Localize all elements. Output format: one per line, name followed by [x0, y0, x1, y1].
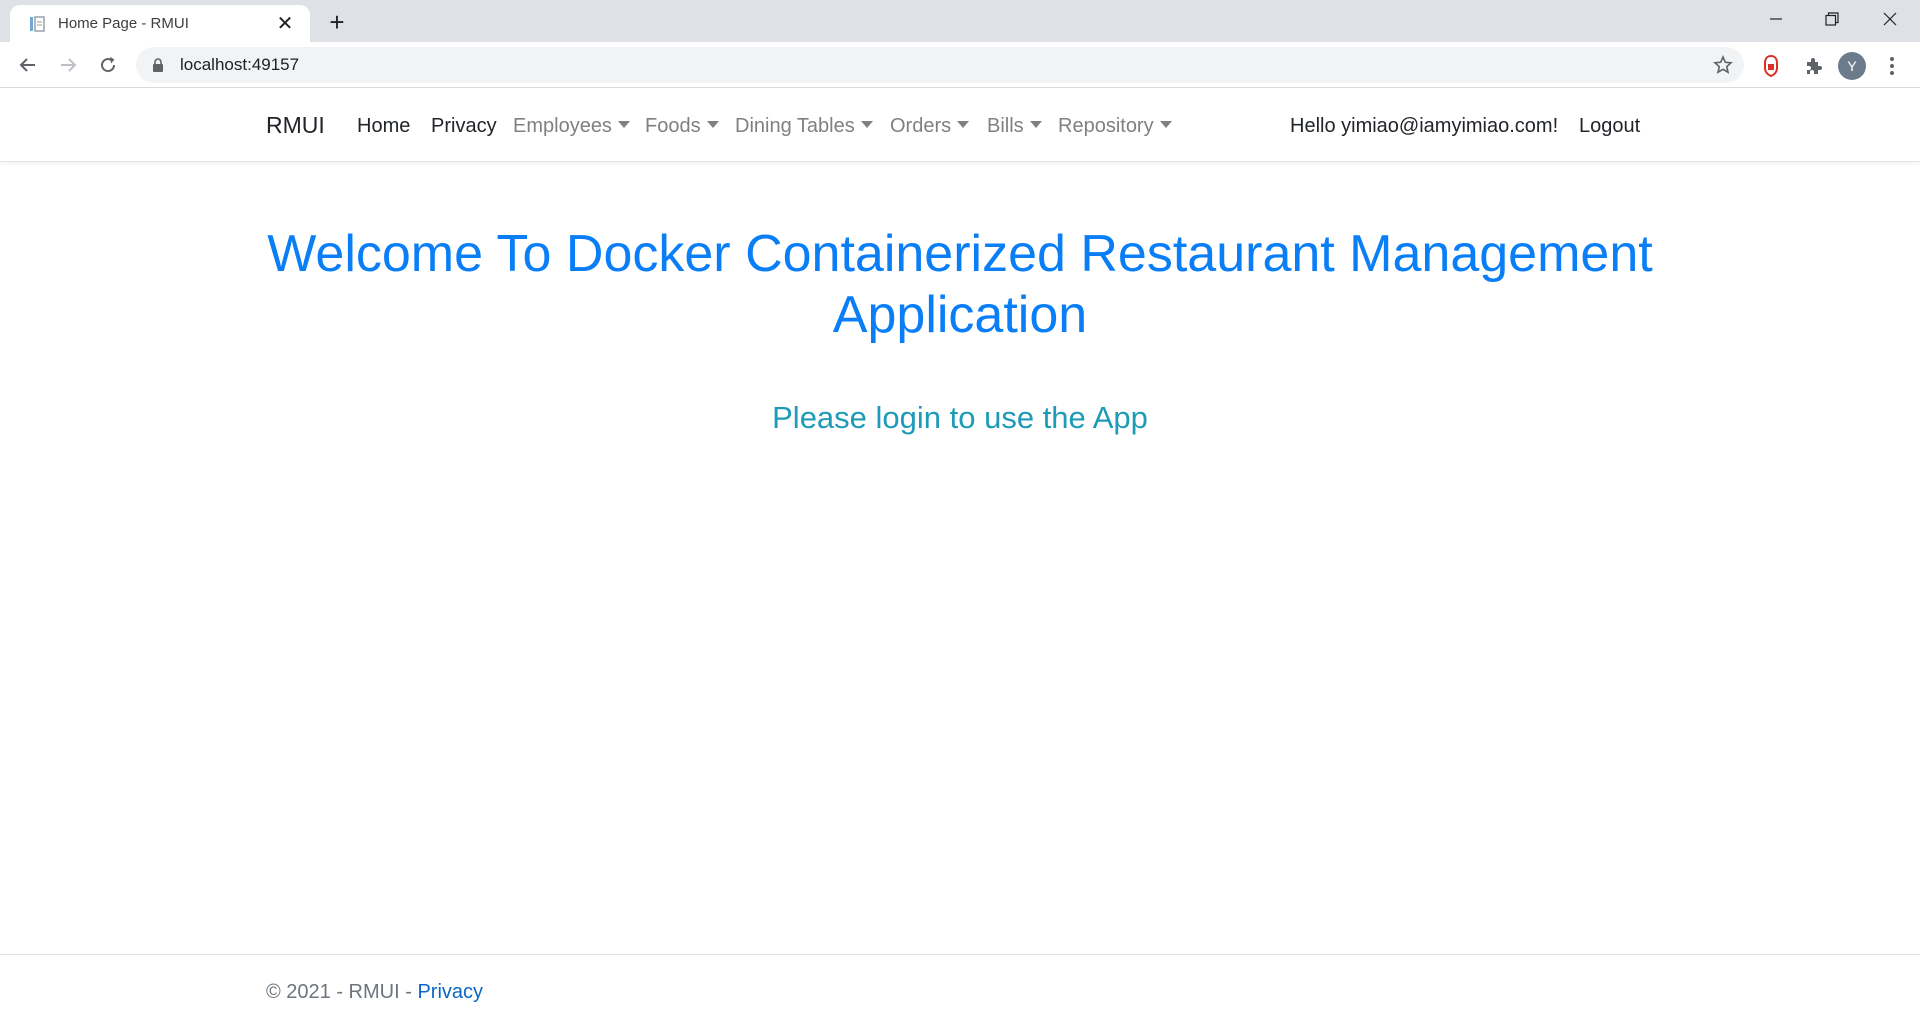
page-favicon-icon	[26, 13, 48, 35]
caret-down-icon	[957, 121, 970, 128]
caret-down-icon	[706, 121, 719, 128]
minimize-icon[interactable]	[1748, 0, 1804, 38]
welcome-heading: Welcome To Docker Containerized Restaura…	[267, 225, 1653, 344]
restore-icon[interactable]	[1804, 0, 1860, 38]
caret-down-icon	[860, 121, 873, 128]
url-text[interactable]: localhost:49157	[180, 55, 299, 75]
nav-foods-dropdown[interactable]: Foods	[645, 115, 719, 138]
reload-icon[interactable]	[92, 49, 124, 81]
extension-shield-icon[interactable]	[1758, 53, 1784, 79]
browser-tabstrip: Home Page - RMUI ✕ +	[0, 0, 1920, 42]
nav-orders-dropdown[interactable]: Orders	[890, 115, 970, 138]
footer-privacy-link[interactable]: Privacy	[417, 981, 483, 1003]
address-bar[interactable]: localhost:49157	[136, 47, 1744, 83]
nav-orders-label: Orders	[890, 115, 952, 137]
window-close-icon[interactable]	[1862, 0, 1918, 38]
tab-close-icon[interactable]: ✕	[274, 13, 296, 35]
site-footer: © 2021 - RMUI - Privacy	[0, 954, 1920, 1023]
site-navbar: RMUI Home Privacy Employees Foods Dining…	[0, 88, 1920, 162]
bookmark-star-icon[interactable]	[1712, 54, 1734, 76]
extensions-puzzle-icon[interactable]	[1800, 53, 1826, 79]
nav-dining-tables-label: Dining Tables	[735, 115, 855, 137]
footer-text: © 2021 - RMUI - Privacy	[266, 981, 483, 1004]
profile-avatar[interactable]: Y	[1838, 52, 1866, 80]
lock-icon[interactable]	[150, 57, 166, 73]
back-icon[interactable]	[12, 49, 44, 81]
nav-bills-label: Bills	[987, 115, 1024, 137]
browser-menu-icon[interactable]	[1880, 50, 1904, 82]
nav-repository-dropdown[interactable]: Repository	[1058, 115, 1172, 138]
navbar-brand[interactable]: RMUI	[266, 112, 325, 139]
logout-button[interactable]: Logout	[1579, 115, 1640, 138]
nav-repository-label: Repository	[1058, 115, 1154, 137]
nav-privacy-link[interactable]: Privacy	[431, 115, 497, 138]
page-viewport: RMUI Home Privacy Employees Foods Dining…	[0, 88, 1920, 1023]
browser-tab[interactable]: Home Page - RMUI ✕	[10, 5, 310, 42]
user-greeting: Hello yimiao@iamyimiao.com!	[1290, 115, 1559, 137]
nav-home-link[interactable]: Home	[357, 115, 410, 138]
nav-dining-tables-dropdown[interactable]: Dining Tables	[735, 115, 873, 138]
tab-title: Home Page - RMUI	[58, 15, 189, 32]
caret-down-icon	[1029, 121, 1042, 128]
nav-employees-dropdown[interactable]: Employees	[513, 115, 630, 138]
nav-employees-label: Employees	[513, 115, 612, 137]
caret-down-icon	[617, 121, 630, 128]
caret-down-icon	[1159, 121, 1172, 128]
login-prompt: Please login to use the App	[772, 400, 1148, 435]
nav-foods-label: Foods	[645, 115, 701, 137]
browser-toolbar: localhost:49157	[0, 42, 1920, 88]
footer-copyright: © 2021 - RMUI -	[266, 981, 418, 1003]
new-tab-button[interactable]: +	[322, 7, 352, 37]
forward-icon[interactable]	[52, 49, 84, 81]
nav-bills-dropdown[interactable]: Bills	[987, 115, 1042, 138]
